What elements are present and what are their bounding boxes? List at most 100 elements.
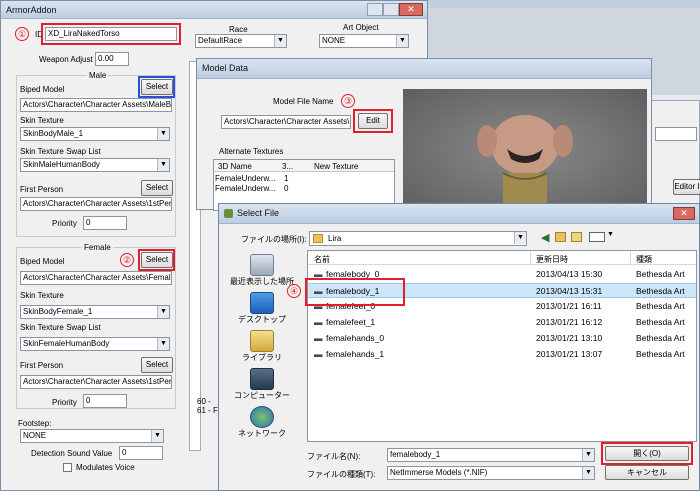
file-list-header: 名前 更新日時 種類 (308, 251, 696, 265)
chevron-down-icon[interactable]: ▼ (607, 231, 614, 238)
model-data-window: Model Data Model File Name ③ Actors\Char… (196, 58, 652, 211)
file-type: Bethesda Art (636, 349, 685, 359)
marker-3: ③ (341, 94, 355, 108)
recent-places-icon (250, 254, 274, 276)
female-skin-texture-select[interactable]: SkinBodyFemale_1 ▼ (20, 305, 170, 319)
file-type: Bethesda Art (636, 301, 685, 311)
female-swap-list-value: SkinFemaleHumanBody (23, 339, 110, 348)
female-first-person-path[interactable]: Actors\Character\Character Assets\1stPer… (20, 375, 172, 389)
male-priority-field[interactable]: 0 (83, 216, 127, 230)
minimize-icon[interactable] (367, 3, 383, 16)
chevron-down-icon: ▼ (157, 306, 169, 318)
place-label: 最近表示した場所 (230, 277, 294, 286)
male-swap-list-value: SkinMaleHumanBody (23, 160, 100, 169)
editor-id-button[interactable]: Editor I (673, 179, 700, 195)
alternate-textures-label: Alternate Textures (219, 147, 284, 156)
race-select[interactable]: DefaultRace ▼ (195, 34, 287, 48)
place-recent[interactable]: 最近表示した場所 (227, 254, 297, 287)
places-bar: 最近表示した場所 デスクトップ ライブラリ コンピューター ネットワーク (227, 252, 303, 442)
back-icon[interactable]: ◀ (541, 231, 549, 244)
file-row[interactable]: ▬ femalefeet_1 2013/01/21 16:12 Bethesda… (308, 315, 696, 330)
chevron-down-icon: ▼ (582, 449, 594, 461)
close-icon[interactable]: ✕ (673, 207, 695, 220)
toolbar: ◀ ▼ (541, 231, 621, 245)
file-name-value: femalebody_1 (390, 450, 441, 459)
male-first-person-select-button[interactable]: Select (141, 180, 173, 196)
file-type-select[interactable]: NetImmerse Models (*.NIF) ▼ (387, 466, 595, 480)
art-object-value: NONE (322, 36, 346, 45)
table-row[interactable]: FemaleUnderw... 0 (214, 183, 394, 193)
maximize-icon[interactable] (383, 3, 399, 16)
bg-field[interactable] (655, 127, 697, 141)
model-preview[interactable] (403, 89, 647, 211)
male-swap-list-select[interactable]: SkinMaleHumanBody ▼ (20, 158, 170, 172)
armor-addon-title: ArmorAddon (6, 5, 57, 15)
file-row[interactable]: ▬ femalehands_0 2013/01/21 13:10 Bethesd… (308, 331, 696, 346)
male-swap-list-label: Skin Texture Swap List (20, 147, 101, 156)
column-header[interactable]: 3D Name (218, 162, 252, 171)
male-select-highlight (138, 76, 175, 98)
column-header[interactable]: New Texture (314, 162, 358, 171)
table-row[interactable]: FemaleUnderw... 1 (214, 173, 394, 183)
up-folder-icon[interactable] (555, 232, 566, 242)
female-biped-model-label: Biped Model (20, 257, 65, 266)
select-file-title: Select File (237, 208, 280, 218)
new-folder-icon[interactable] (571, 232, 582, 242)
male-first-person-label: First Person (20, 185, 64, 194)
select-file-dialog: Select File ✕ ファイルの場所(I): Lira ▼ ◀ ▼ 最近表… (218, 203, 700, 491)
column-header-date[interactable]: 更新日時 (536, 254, 568, 265)
place-libraries[interactable]: ライブラリ (227, 330, 297, 363)
footstep-select[interactable]: NONE ▼ (20, 429, 164, 443)
look-in-select[interactable]: Lira ▼ (309, 231, 527, 246)
chevron-down-icon: ▼ (157, 338, 169, 350)
male-biped-model-path[interactable]: Actors\Character\Character Assets\MaleBo (20, 98, 172, 112)
nif-file-icon: ▬ (314, 317, 323, 327)
desktop-icon (250, 292, 274, 314)
model-file-path[interactable]: Actors\Character\Character Assets\F (221, 115, 351, 129)
male-skin-texture-select[interactable]: SkinBodyMale_1 ▼ (20, 127, 170, 141)
file-name: femalefeet_1 (326, 317, 376, 327)
model-data-title: Model Data (202, 63, 249, 73)
folder-icon (313, 234, 323, 243)
column-header[interactable]: 3... (282, 162, 293, 171)
column-divider (530, 251, 531, 265)
modulates-voice-checkbox[interactable] (63, 463, 72, 472)
footstep-value: NONE (23, 431, 47, 440)
marker-4: ④ (287, 284, 301, 298)
place-desktop[interactable]: デスクトップ (227, 292, 297, 325)
female-first-person-select-button[interactable]: Select (141, 357, 173, 373)
place-network[interactable]: ネットワーク (227, 406, 297, 439)
detection-sound-label: Detection Sound Value (31, 449, 113, 458)
chevron-down-icon: ▼ (157, 159, 169, 171)
place-label: ライブラリ (242, 353, 282, 362)
female-swap-list-select[interactable]: SkinFemaleHumanBody ▼ (20, 337, 170, 351)
art-object-select[interactable]: NONE ▼ (319, 34, 409, 48)
file-date: 2013/01/21 16:11 (536, 301, 602, 311)
app-icon (224, 209, 233, 218)
weapon-adjust-field[interactable]: 0.00 (95, 52, 129, 66)
column-header-name[interactable]: 名前 (314, 254, 330, 265)
female-group-title: Female (82, 243, 113, 252)
male-skin-texture-label: Skin Texture (20, 116, 64, 125)
selected-file-highlight (305, 278, 405, 306)
cancel-button[interactable]: キャンセル (605, 465, 689, 480)
computer-icon (250, 368, 274, 390)
file-name-input[interactable]: femalebody_1 ▼ (387, 448, 595, 462)
file-date: 2013/04/13 15:31 (536, 286, 603, 296)
file-row[interactable]: ▬ femalehands_1 2013/01/21 13:07 Bethesd… (308, 347, 696, 362)
female-priority-field[interactable]: 0 (83, 394, 127, 408)
file-type-label: ファイルの種類(T): (307, 470, 376, 479)
chevron-down-icon: ▼ (157, 128, 169, 140)
look-in-label: ファイルの場所(I): (241, 235, 307, 244)
male-first-person-path[interactable]: Actors\Character\Character Assets\1stPer… (20, 197, 172, 211)
detection-sound-field[interactable]: 0 (119, 446, 163, 460)
column-header-type[interactable]: 種類 (636, 254, 652, 265)
female-biped-model-path[interactable]: Actors\Character\Character Assets\Female (20, 271, 172, 285)
row-index: 0 (284, 184, 289, 193)
nif-file-icon: ▬ (314, 349, 323, 359)
place-computer[interactable]: コンピューター (227, 368, 297, 401)
close-icon[interactable]: ✕ (399, 3, 423, 16)
view-menu-icon[interactable] (589, 232, 605, 242)
open-highlight (601, 442, 693, 465)
chevron-down-icon: ▼ (274, 35, 286, 47)
